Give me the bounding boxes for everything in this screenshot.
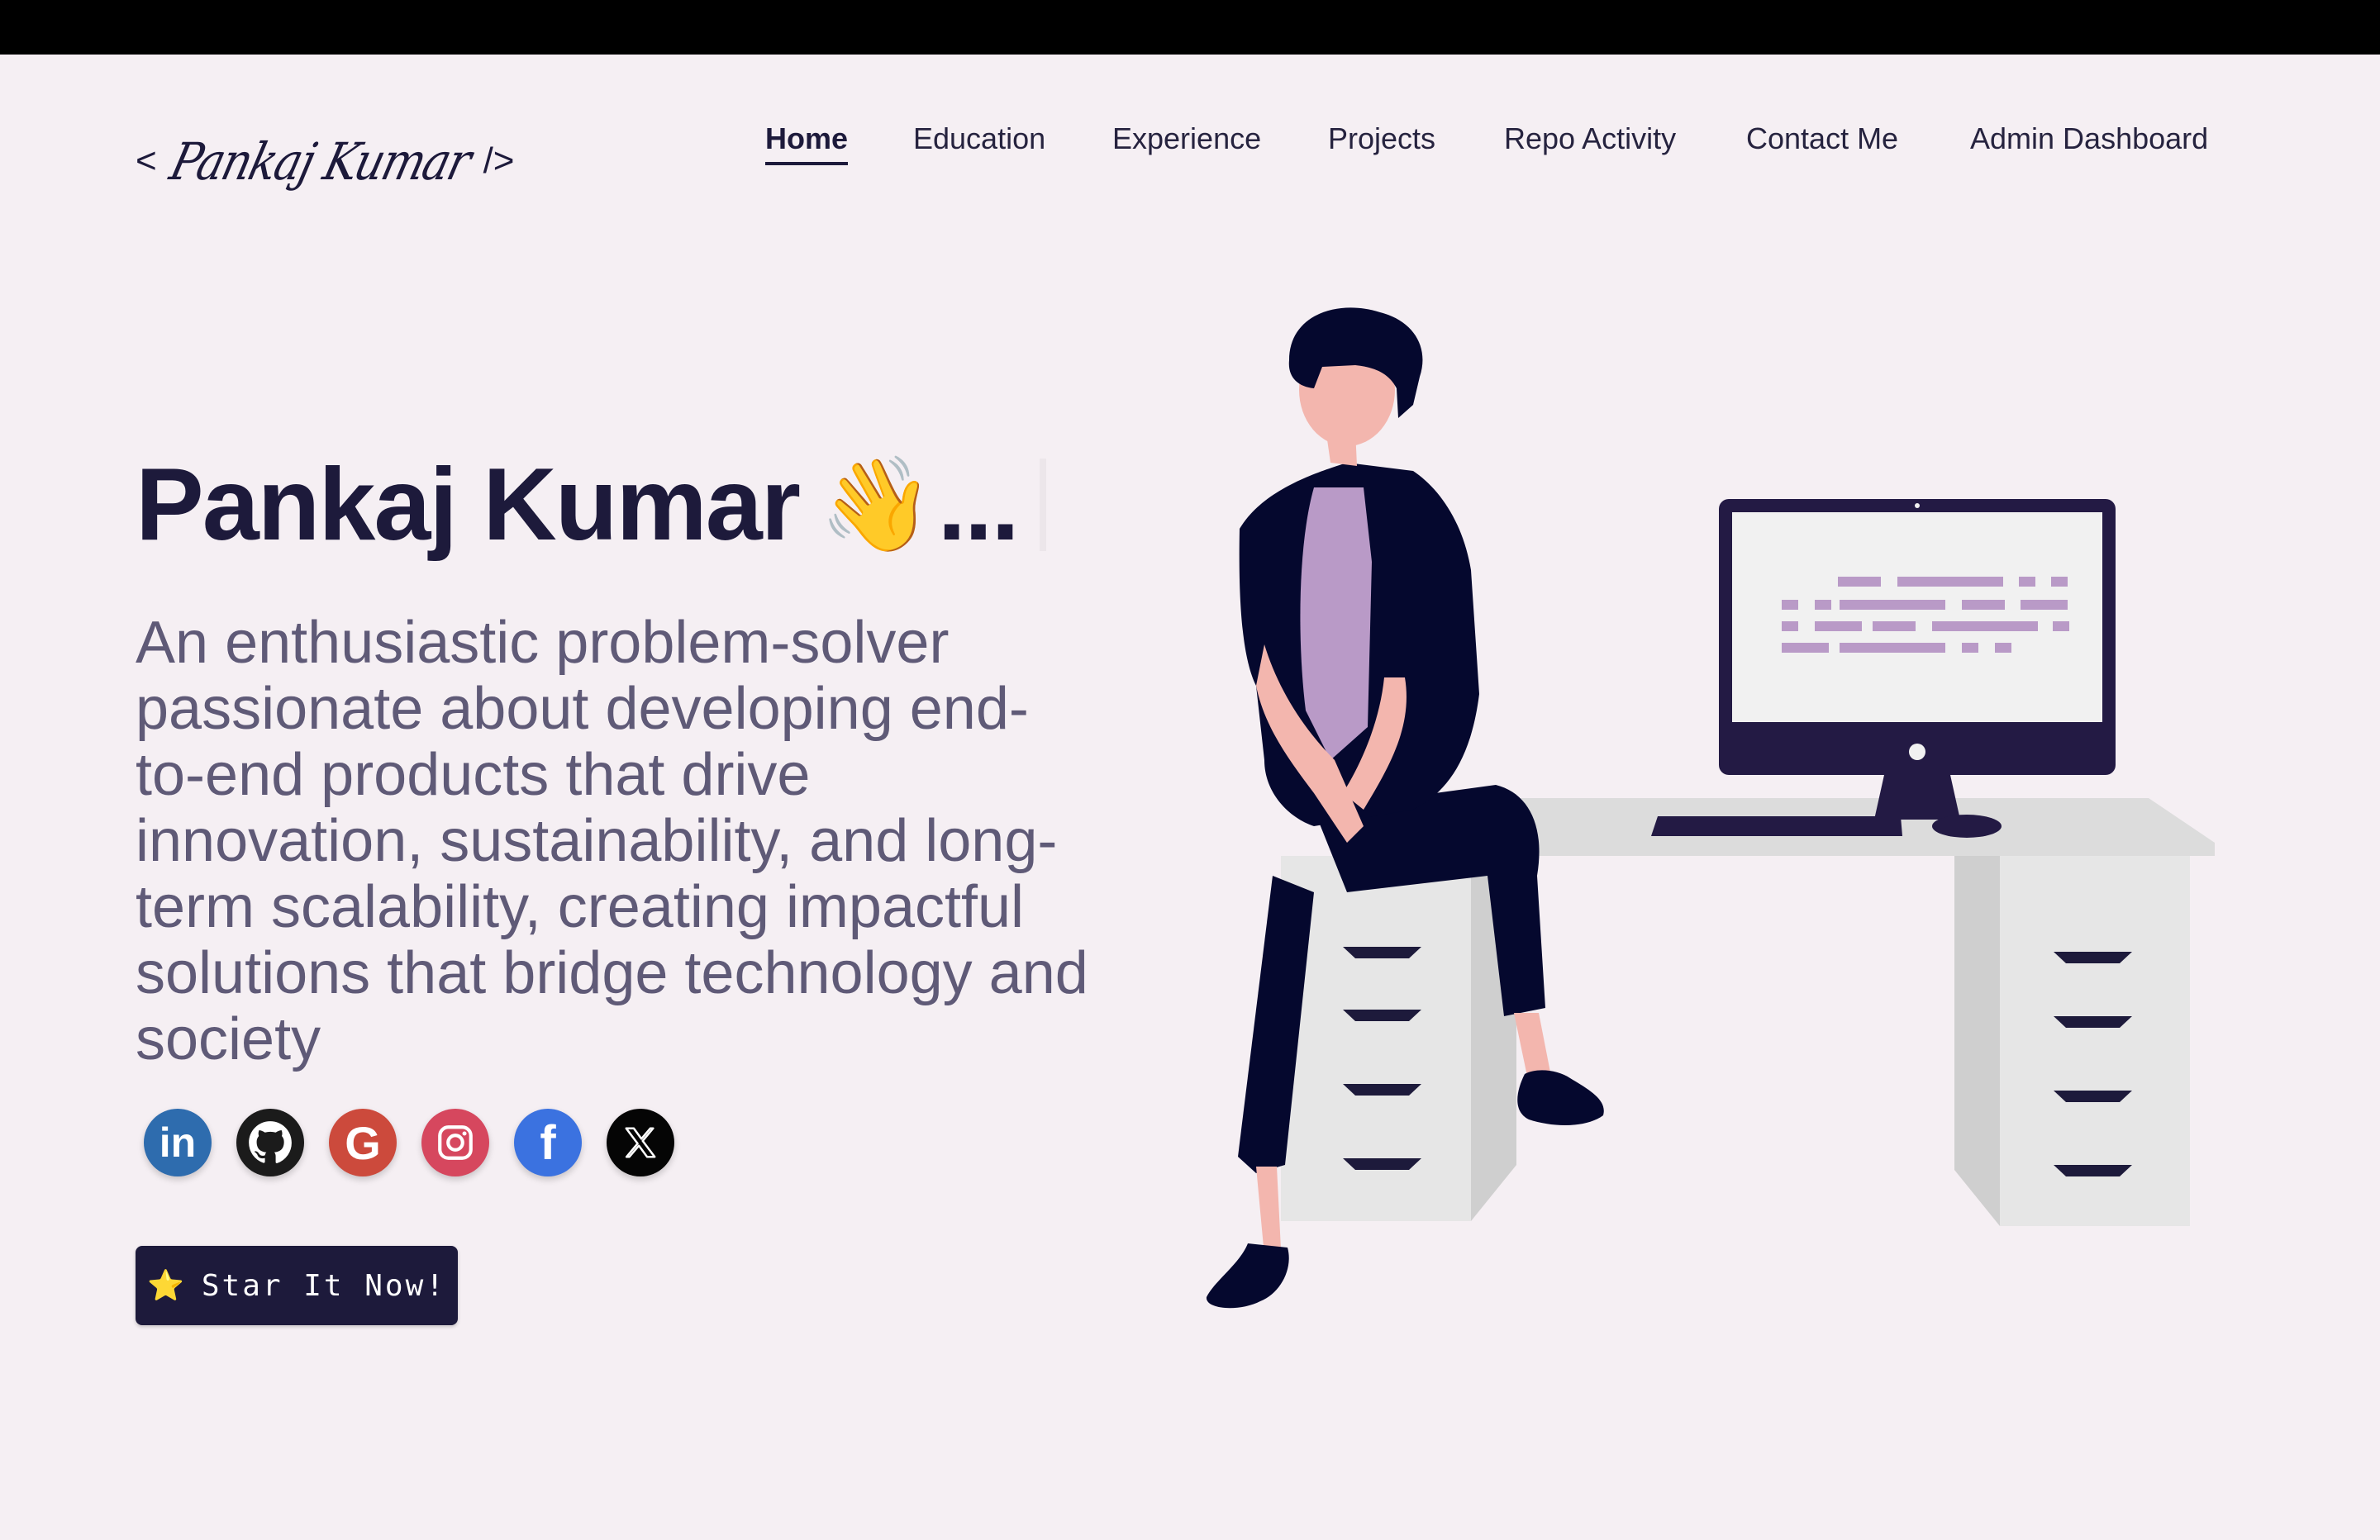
mouse bbox=[1932, 815, 2002, 838]
x-logo bbox=[625, 1127, 656, 1158]
waving-hand-icon: 👋 bbox=[819, 452, 934, 556]
person-back-shoe bbox=[1206, 1243, 1289, 1309]
desk-right-side bbox=[1954, 856, 2000, 1226]
keyboard bbox=[1651, 816, 1902, 836]
github-icon[interactable] bbox=[236, 1109, 304, 1176]
monitor-button bbox=[1909, 744, 1925, 760]
star-button-label: Star It Now! bbox=[201, 1268, 446, 1303]
hero-description: An enthusiastic problem-solver passionat… bbox=[136, 610, 1088, 1072]
developer-at-desk-illustration bbox=[1206, 307, 2215, 1309]
social-links: in G f bbox=[144, 1109, 674, 1176]
google-icon[interactable]: G bbox=[329, 1109, 397, 1176]
nav-admin-dashboard[interactable]: Admin Dashboard bbox=[1970, 119, 2208, 159]
instagram-icon[interactable] bbox=[421, 1109, 489, 1176]
hero-name: Pankaj Kumar bbox=[136, 448, 801, 562]
monitor-stand bbox=[1874, 775, 1960, 820]
nav-projects[interactable]: Projects bbox=[1328, 119, 1435, 159]
nav-contact-me[interactable]: Contact Me bbox=[1746, 119, 1898, 159]
monitor-screen bbox=[1732, 512, 2102, 722]
typing-cursor bbox=[1039, 459, 1046, 551]
facebook-glyph: f bbox=[540, 1115, 556, 1170]
instagram-logo bbox=[438, 1125, 473, 1160]
nav-experience[interactable]: Experience bbox=[1112, 119, 1261, 159]
star-icon: ⭐ bbox=[147, 1269, 187, 1303]
nav-education[interactable]: Education bbox=[913, 119, 1045, 159]
x-twitter-icon[interactable] bbox=[607, 1109, 674, 1176]
linkedin-icon[interactable]: in bbox=[144, 1109, 212, 1176]
person-front-shoe bbox=[1517, 1070, 1604, 1125]
hero-ellipsis: ... bbox=[937, 448, 1019, 562]
star-it-now-button[interactable]: ⭐ Star It Now! bbox=[136, 1246, 458, 1325]
github-logo bbox=[249, 1121, 292, 1163]
person-shirt bbox=[1300, 487, 1372, 760]
main-nav: Home Education Experience Projects Repo … bbox=[0, 121, 2380, 223]
nav-repo-activity[interactable]: Repo Activity bbox=[1504, 119, 1676, 159]
portfolio-page: < Pankaj Kumar /> Home Education Experie… bbox=[0, 55, 2380, 1540]
browser-top-bar bbox=[0, 0, 2380, 55]
facebook-icon[interactable]: f bbox=[514, 1109, 582, 1176]
nav-home[interactable]: Home bbox=[765, 119, 849, 165]
linkedin-glyph: in bbox=[159, 1119, 197, 1166]
google-glyph: G bbox=[345, 1116, 381, 1169]
hero-heading: Pankaj Kumar 👋 ... bbox=[136, 446, 1046, 563]
